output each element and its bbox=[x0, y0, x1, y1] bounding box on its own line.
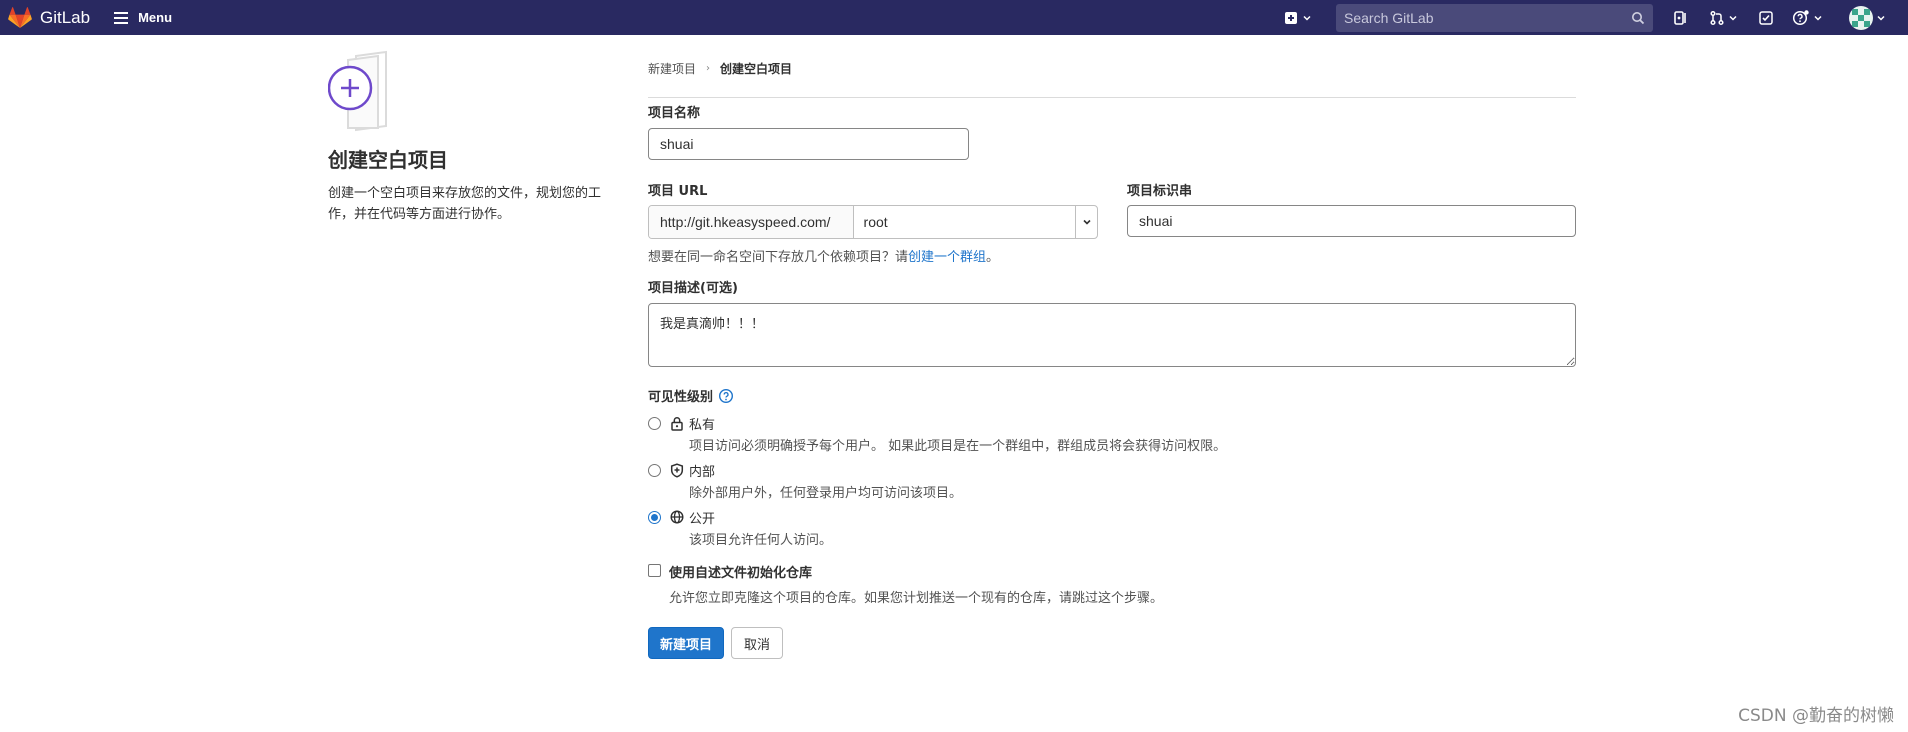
project-slug-label: 项目标识串 bbox=[1127, 184, 1193, 199]
merge-request-icon bbox=[1710, 10, 1724, 25]
group-help-text: 想要在同一命名空间下存放几个依赖项目？请创建一个群组。 bbox=[648, 246, 999, 265]
shield-icon bbox=[669, 462, 685, 478]
help-icon bbox=[1792, 9, 1809, 25]
gitlab-logo-icon bbox=[6, 4, 34, 32]
chevron-down-icon bbox=[1082, 219, 1091, 225]
initialize-readme-label: 使用自述文件初始化仓库 bbox=[669, 566, 813, 581]
page-description: 创建一个空白项目来存放您的文件，规划您的工作，并在代码等方面进行协作。 bbox=[328, 186, 602, 222]
todo-icon bbox=[1759, 10, 1773, 25]
chevron-down-icon bbox=[1877, 15, 1885, 21]
internal-radio[interactable] bbox=[648, 464, 661, 477]
search-box[interactable] bbox=[1336, 3, 1653, 32]
chevron-down-icon bbox=[1814, 15, 1822, 21]
private-radio[interactable] bbox=[648, 417, 661, 430]
chevron-down-icon bbox=[1729, 15, 1737, 21]
initialize-readme-description: 允许您立即克隆这个项目的仓库。如果您计划推送一个现有的仓库，请跳过这个步骤。 bbox=[669, 591, 1164, 606]
cancel-button[interactable]: 取消 bbox=[731, 627, 784, 659]
brand-name: GitLab bbox=[40, 7, 91, 27]
internal-description: 除外部用户外，任何登录用户均可访问该项目。 bbox=[689, 486, 963, 501]
private-description: 项目访问必须明确授予每个用户。 如果此项目是在一个群组中，群组成员将会获得访问权… bbox=[689, 439, 1227, 454]
project-slug-input[interactable] bbox=[1127, 205, 1576, 237]
top-navbar: GitLab Menu bbox=[0, 0, 1908, 35]
todos-button[interactable] bbox=[1752, 4, 1780, 32]
project-name-input[interactable] bbox=[648, 128, 969, 160]
project-url-group: http://git.hkeasyspeed.com/ root bbox=[648, 205, 1098, 239]
project-description-textarea[interactable]: 我是真滴帅！！！ bbox=[648, 303, 1576, 367]
group-help-prefix: 想要在同一命名空间下存放几个依赖项目？请 bbox=[648, 250, 909, 265]
initialize-readme-option[interactable]: 使用自述文件初始化仓库 允许您立即克隆这个项目的仓库。如果您计划推送一个现有的仓… bbox=[648, 562, 1163, 606]
brand-home-link[interactable]: GitLab bbox=[6, 0, 90, 35]
visibility-option-public[interactable]: 公开 该项目允许任何人访问。 bbox=[648, 508, 832, 548]
breadcrumb: 新建项目 › 创建空白项目 bbox=[648, 62, 1576, 86]
earth-icon bbox=[669, 509, 685, 525]
namespace-dropdown-toggle[interactable] bbox=[1075, 206, 1097, 238]
issues-button[interactable] bbox=[1667, 4, 1695, 32]
help-icon[interactable] bbox=[718, 388, 734, 404]
new-dropdown-button[interactable] bbox=[1277, 4, 1318, 32]
search-icon bbox=[1632, 11, 1645, 24]
private-title: 私有 bbox=[689, 418, 716, 433]
breadcrumb-current: 创建空白项目 bbox=[720, 61, 793, 76]
visibility-label: 可见性级别 bbox=[648, 390, 714, 405]
breadcrumb-new-project-link[interactable]: 新建项目 bbox=[648, 60, 696, 77]
search-input[interactable] bbox=[1344, 9, 1631, 26]
issues-icon bbox=[1674, 10, 1686, 25]
create-project-button[interactable]: 新建项目 bbox=[648, 627, 725, 659]
group-help-suffix: 。 bbox=[986, 250, 1000, 265]
project-name-label: 项目名称 bbox=[648, 106, 701, 121]
url-prefix: http://git.hkeasyspeed.com/ bbox=[649, 206, 854, 238]
avatar bbox=[1849, 5, 1873, 30]
watermark-text: CSDN @勤奋的树懒 bbox=[1738, 706, 1894, 726]
merge-requests-button[interactable] bbox=[1703, 4, 1744, 32]
create-group-link[interactable]: 创建一个群组 bbox=[908, 250, 986, 265]
breadcrumb-separator-icon: › bbox=[706, 62, 711, 74]
project-url-label: 项目 URL bbox=[648, 184, 708, 199]
chevron-down-icon bbox=[1303, 15, 1311, 21]
public-radio[interactable] bbox=[648, 511, 661, 524]
lock-icon bbox=[669, 415, 685, 431]
divider bbox=[648, 97, 1576, 98]
page-title: 创建空白项目 bbox=[328, 148, 448, 172]
visibility-option-private[interactable]: 私有 项目访问必须明确授予每个用户。 如果此项目是在一个群组中，群组成员将会获得… bbox=[648, 414, 1226, 454]
namespace-select[interactable]: root bbox=[854, 206, 1076, 238]
public-title: 公开 bbox=[689, 512, 716, 527]
project-info-panel: 创建空白项目 创建一个空白项目来存放您的文件，规划您的工作，并在代码等方面进行协… bbox=[327, 50, 618, 225]
visibility-heading: 可见性级别 bbox=[648, 386, 734, 405]
visibility-option-internal[interactable]: 内部 除外部用户外，任何登录用户均可访问该项目。 bbox=[648, 461, 962, 501]
user-menu-button[interactable] bbox=[1843, 4, 1892, 32]
plus-square-icon bbox=[1285, 11, 1297, 24]
blank-project-illustration-icon bbox=[327, 50, 418, 132]
internal-title: 内部 bbox=[689, 465, 716, 480]
project-description-label: 项目描述(可选) bbox=[648, 281, 738, 296]
hamburger-icon bbox=[114, 11, 130, 24]
new-project-form: 新建项目 › 创建空白项目 bbox=[648, 62, 1576, 86]
help-button[interactable] bbox=[1786, 4, 1829, 32]
public-description: 该项目允许任何人访问。 bbox=[689, 533, 833, 548]
menu-button[interactable]: Menu bbox=[114, 10, 172, 25]
initialize-readme-checkbox[interactable] bbox=[648, 564, 661, 577]
menu-label: Menu bbox=[138, 10, 173, 25]
